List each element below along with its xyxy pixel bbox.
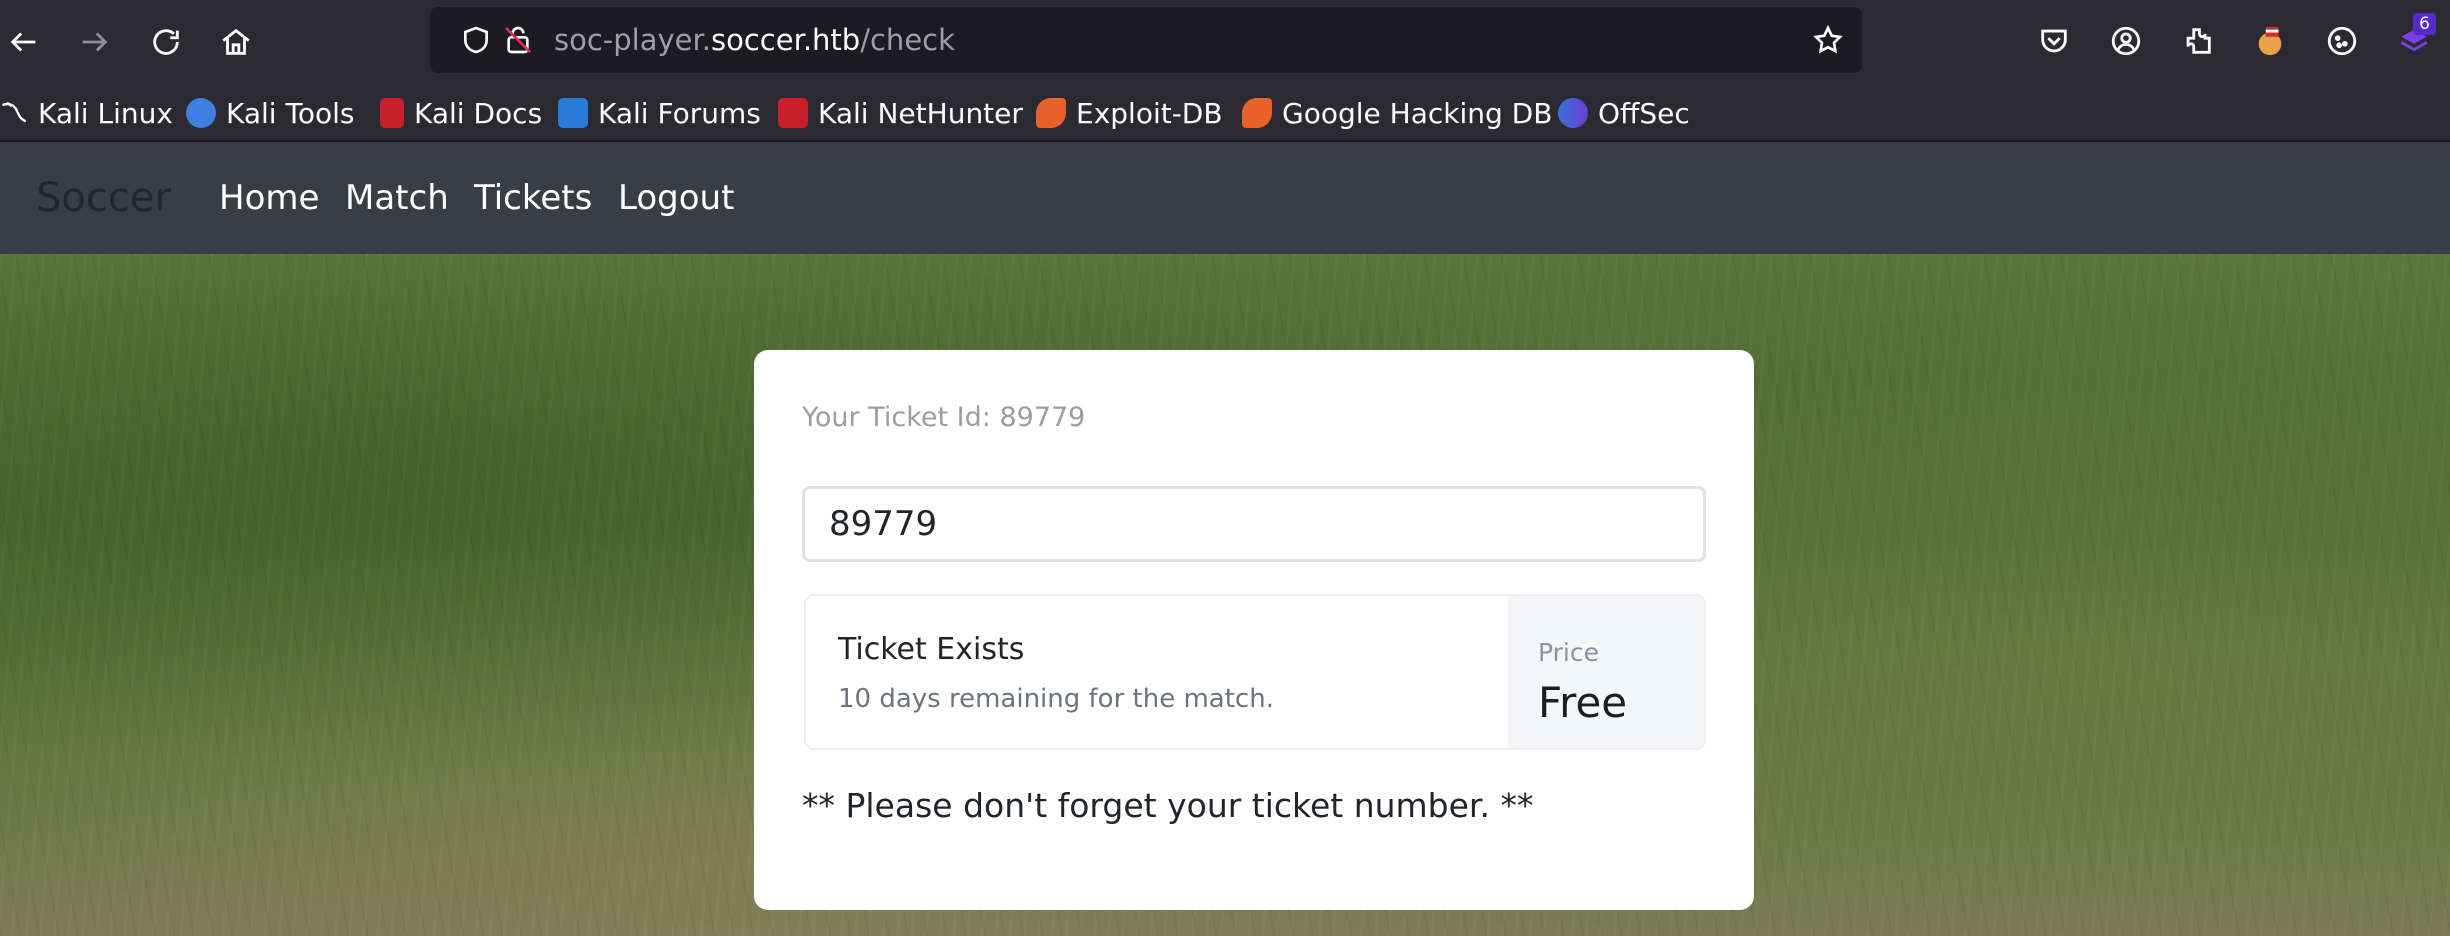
url-bar[interactable]: soc-player.soccer.htb/check — [430, 7, 1862, 73]
account-icon[interactable] — [2106, 21, 2146, 61]
kali-forums-icon — [558, 98, 588, 128]
nav-logout[interactable]: Logout — [618, 142, 734, 254]
kali-dragon-icon — [0, 98, 28, 128]
ticket-id-input[interactable]: 89779 — [802, 486, 1706, 562]
forward-icon[interactable] — [70, 18, 118, 66]
pocket-icon[interactable] — [2034, 21, 2074, 61]
kali-docs-icon — [380, 98, 404, 128]
home-icon[interactable] — [212, 18, 260, 66]
reload-icon[interactable] — [142, 18, 190, 66]
ticket-card: Your Ticket Id: 89779 89779 Ticket Exist… — [754, 350, 1754, 910]
site-brand[interactable]: Soccer — [36, 142, 171, 254]
bookmark-exploit-db[interactable]: Exploit-DB — [1036, 84, 1223, 142]
ticket-status-title: Ticket Exists — [838, 632, 1025, 667]
nav-home[interactable]: Home — [219, 142, 319, 254]
ticket-price: Price Free — [1508, 596, 1704, 748]
kali-tools-icon — [186, 98, 216, 128]
price-value: Free — [1538, 678, 1628, 727]
kali-nethunter-icon — [778, 98, 808, 128]
ticket-note: ** Please don't forget your ticket numbe… — [802, 786, 1534, 825]
ticket-status-subtitle: 10 days remaining for the match. — [838, 684, 1274, 714]
bookmark-kali-nethunter[interactable]: Kali NetHunter — [778, 84, 1023, 142]
bookmarks-bar: Kali Linux Kali Tools Kali Docs Kali For… — [0, 84, 2450, 142]
bookmark-google-hacking-db[interactable]: Google Hacking DB — [1242, 84, 1552, 142]
ticket-id-label: Your Ticket Id: 89779 — [802, 402, 1086, 433]
cookie-icon[interactable] — [2322, 21, 2362, 61]
exploit-db-icon — [1036, 98, 1066, 128]
nav-match[interactable]: Match — [345, 142, 449, 254]
price-label: Price — [1538, 638, 1599, 667]
bookmark-offsec[interactable]: OffSec — [1558, 84, 1690, 142]
bookmark-kali-forums[interactable]: Kali Forums — [558, 84, 761, 142]
bookmark-kali-docs[interactable]: Kali Docs — [380, 84, 542, 142]
nav-tickets[interactable]: Tickets — [474, 142, 592, 254]
ghdb-icon — [1242, 98, 1272, 128]
shield-icon[interactable] — [460, 24, 492, 56]
bookmark-kali-tools[interactable]: Kali Tools — [186, 84, 354, 142]
layers-extension-icon[interactable]: 6 — [2394, 13, 2436, 61]
ticket-result: Ticket Exists 10 days remaining for the … — [804, 594, 1706, 750]
offsec-icon — [1558, 98, 1588, 128]
ticket-status: Ticket Exists 10 days remaining for the … — [806, 596, 1508, 748]
cookie-extension-icon[interactable] — [2250, 21, 2290, 61]
insecure-lock-icon[interactable] — [502, 24, 534, 56]
browser-toolbar: soc-player.soccer.htb/check 6 — [0, 0, 2450, 84]
site-navbar: Soccer Home Match Tickets Logout — [0, 142, 2450, 254]
url-text[interactable]: soc-player.soccer.htb/check — [554, 7, 955, 73]
extensions-icon[interactable] — [2178, 21, 2218, 61]
extension-badge: 6 — [2413, 13, 2436, 35]
bookmark-star-icon[interactable] — [1812, 24, 1844, 56]
bookmark-kali-linux[interactable]: Kali Linux — [0, 84, 173, 142]
back-icon[interactable] — [0, 18, 48, 66]
